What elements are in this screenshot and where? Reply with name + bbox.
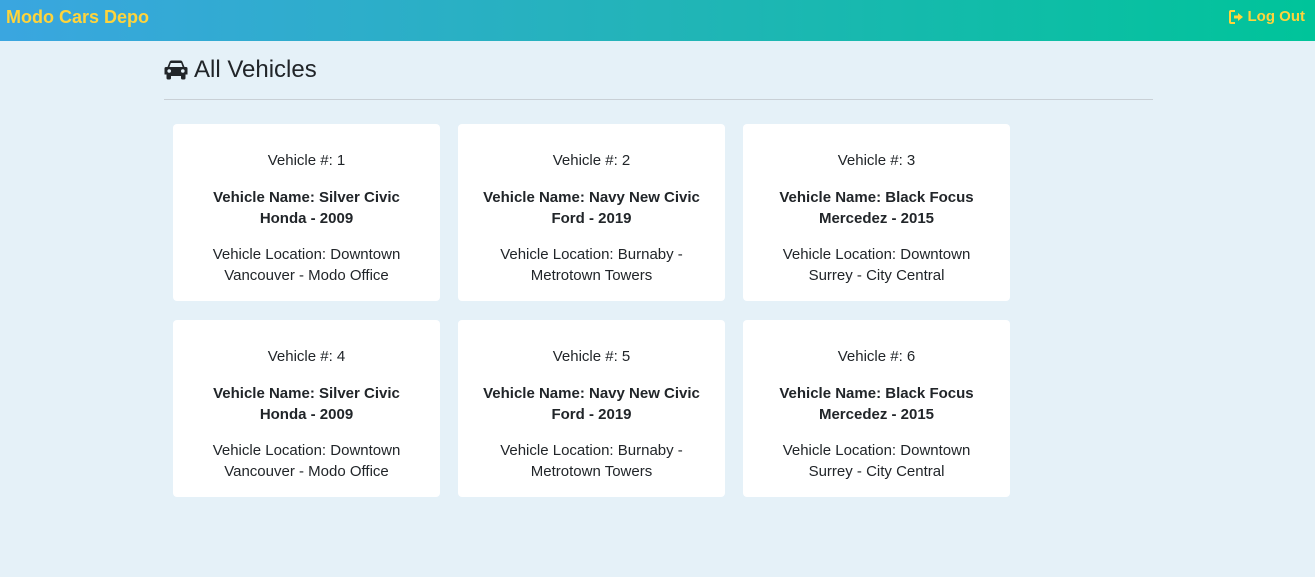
vehicle-location: Vehicle Location: Burnaby - Metrotown To…: [500, 442, 683, 480]
vehicle-number: Vehicle #: 1: [267, 152, 346, 169]
vehicle-number: Vehicle #: 3: [837, 152, 916, 169]
vehicle-location: Vehicle Location: Downtown Surrey - City…: [782, 442, 971, 480]
brand-link[interactable]: Modo Cars Depo: [6, 7, 149, 27]
vehicle-number: Vehicle #: 5: [552, 348, 631, 365]
vehicle-location: Vehicle Location: Burnaby - Metrotown To…: [500, 246, 683, 284]
vehicle-card[interactable]: Vehicle #: 6 Vehicle Name: Black Focus M…: [743, 320, 1010, 497]
vehicle-card[interactable]: Vehicle #: 1 Vehicle Name: Silver Civic …: [173, 124, 440, 301]
vehicle-location: Vehicle Location: Downtown Surrey - City…: [782, 246, 971, 284]
vehicle-name: Vehicle Name: Silver Civic Honda - 2009: [213, 189, 400, 227]
vehicle-name: Vehicle Name: Black Focus Mercedez - 201…: [779, 385, 974, 423]
vehicle-location: Vehicle Location: Downtown Vancouver - M…: [212, 442, 401, 480]
sign-out-icon: [1228, 10, 1244, 24]
vehicle-name: Vehicle Name: Navy New Civic Ford - 2019: [483, 385, 700, 423]
vehicle-location: Vehicle Location: Downtown Vancouver - M…: [212, 246, 401, 284]
top-navbar: Modo Cars Depo Log Out: [0, 0, 1315, 41]
logout-button[interactable]: Log Out: [1228, 8, 1305, 26]
page-title: All Vehicles: [194, 56, 317, 83]
page-header: All Vehicles: [164, 56, 317, 84]
car-icon: [164, 60, 188, 80]
header-divider: [164, 99, 1153, 100]
vehicle-card[interactable]: Vehicle #: 2 Vehicle Name: Navy New Civi…: [458, 124, 725, 301]
vehicle-card[interactable]: Vehicle #: 3 Vehicle Name: Black Focus M…: [743, 124, 1010, 301]
vehicle-card[interactable]: Vehicle #: 4 Vehicle Name: Silver Civic …: [173, 320, 440, 497]
vehicle-name: Vehicle Name: Silver Civic Honda - 2009: [213, 385, 400, 423]
vehicle-number: Vehicle #: 6: [837, 348, 916, 365]
vehicle-number: Vehicle #: 2: [552, 152, 631, 169]
vehicle-card[interactable]: Vehicle #: 5 Vehicle Name: Navy New Civi…: [458, 320, 725, 497]
logout-label: Log Out: [1247, 8, 1305, 25]
vehicle-name: Vehicle Name: Black Focus Mercedez - 201…: [779, 189, 974, 227]
vehicle-number: Vehicle #: 4: [267, 348, 346, 365]
vehicle-name: Vehicle Name: Navy New Civic Ford - 2019: [483, 189, 700, 227]
